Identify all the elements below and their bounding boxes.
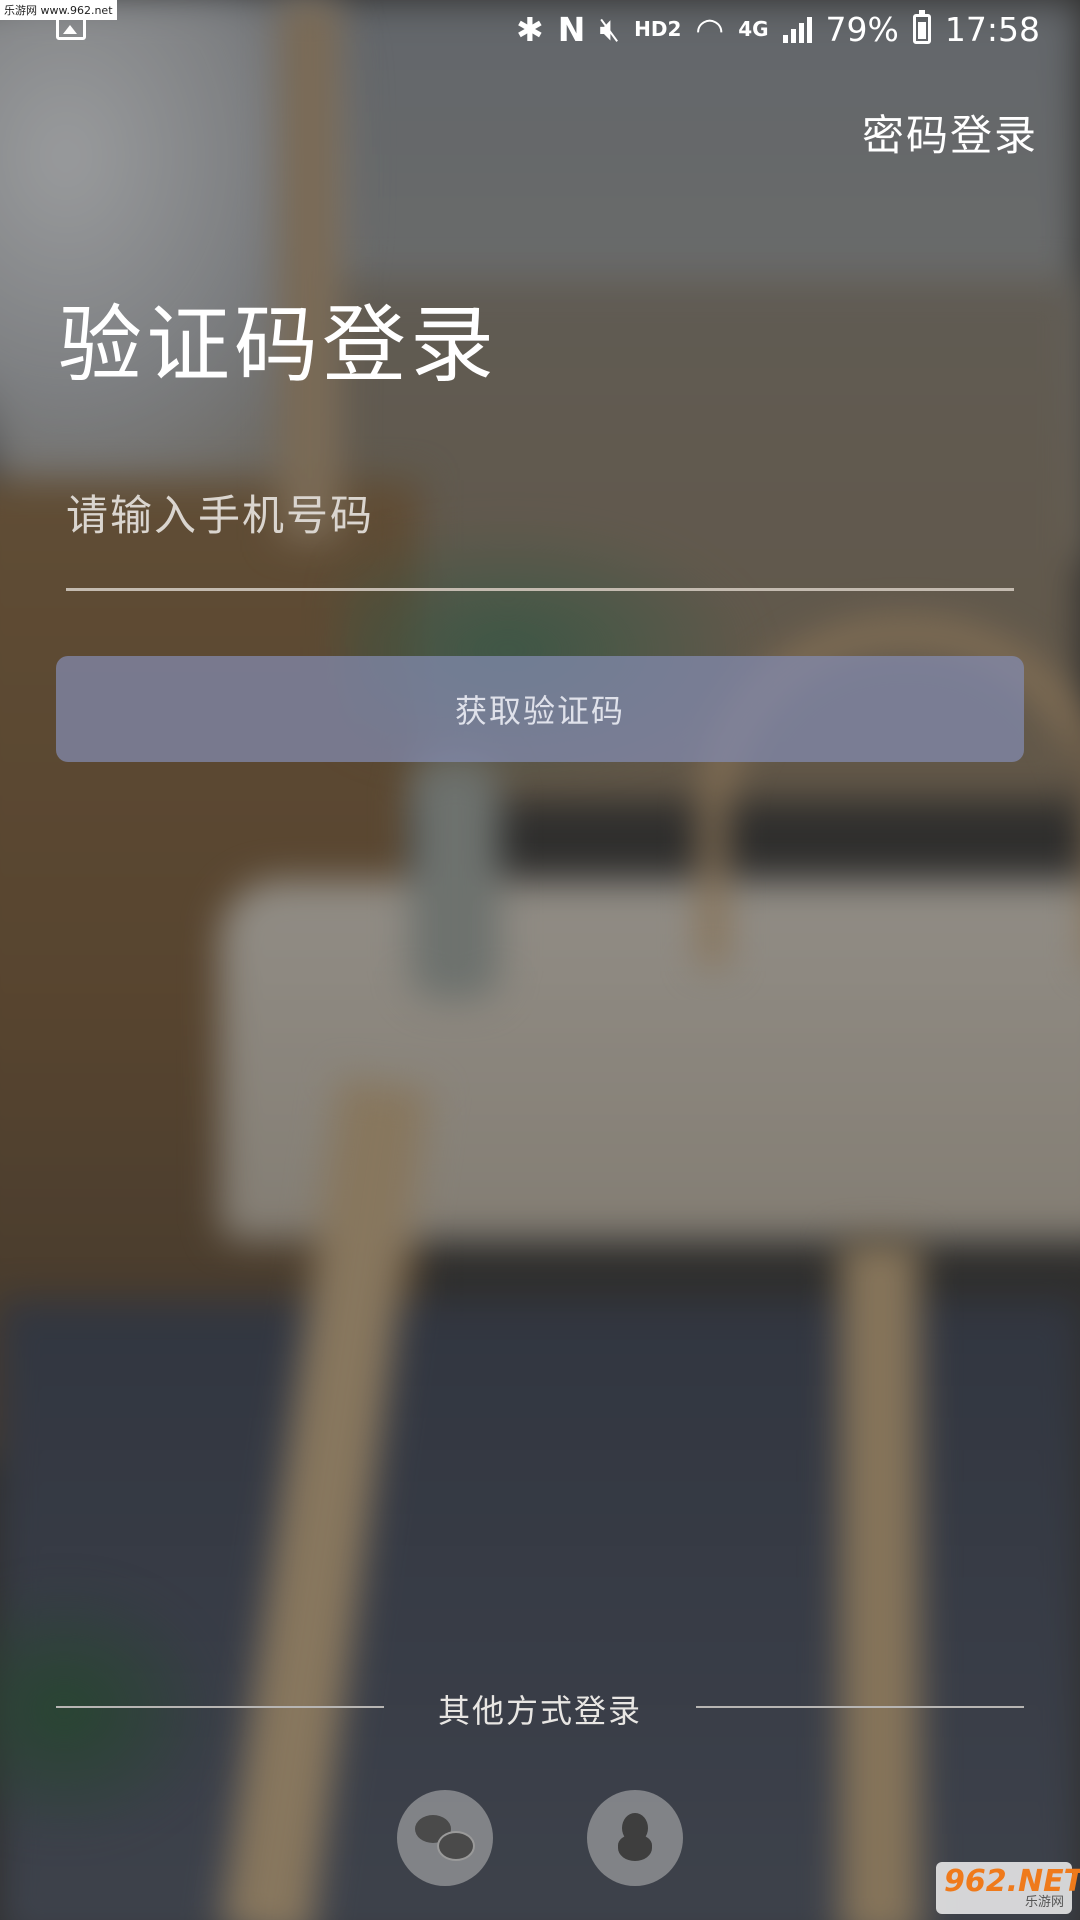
wechat-icon <box>415 1815 475 1861</box>
clock: 17:58 <box>944 9 1040 49</box>
mute-icon: 🔇︎ <box>599 9 621 48</box>
network-type-label: 4G <box>738 17 769 41</box>
status-icons: ✱ N 🔇︎ HD2 ◠ 4G 79% 17:58 <box>516 6 1040 52</box>
battery-percent: 79% <box>825 9 899 49</box>
battery-icon <box>912 10 931 44</box>
page-title: 验证码登录 <box>58 296 499 394</box>
watermark-logo: 962.NET 乐游网 <box>936 1862 1080 1914</box>
signal-strength-icon <box>782 15 812 43</box>
hd-voice-label: HD2 <box>634 17 682 41</box>
other-login-methods-label: 其他方式登录 <box>437 1692 642 1730</box>
qq-login-button[interactable] <box>587 1790 683 1886</box>
phone-number-input[interactable] <box>66 480 1014 550</box>
qq-icon <box>616 1813 654 1863</box>
wechat-login-button[interactable] <box>397 1790 493 1886</box>
divider-right <box>696 1706 1024 1708</box>
nfc-icon: N <box>557 9 586 49</box>
input-underline <box>66 588 1014 591</box>
get-verification-code-button[interactable]: 获取验证码 <box>56 656 1024 762</box>
status-bar: ✱ N 🔇︎ HD2 ◠ 4G 79% 17:58 <box>0 0 1080 58</box>
watermark-sub: 乐游网 <box>1024 1895 1064 1910</box>
bluetooth-icon: ✱ <box>516 9 544 49</box>
wifi-icon: ◠ <box>695 9 725 49</box>
watermark-top: 乐游网 www.962.net <box>0 0 117 20</box>
password-login-link[interactable]: 密码登录 <box>862 102 1038 163</box>
